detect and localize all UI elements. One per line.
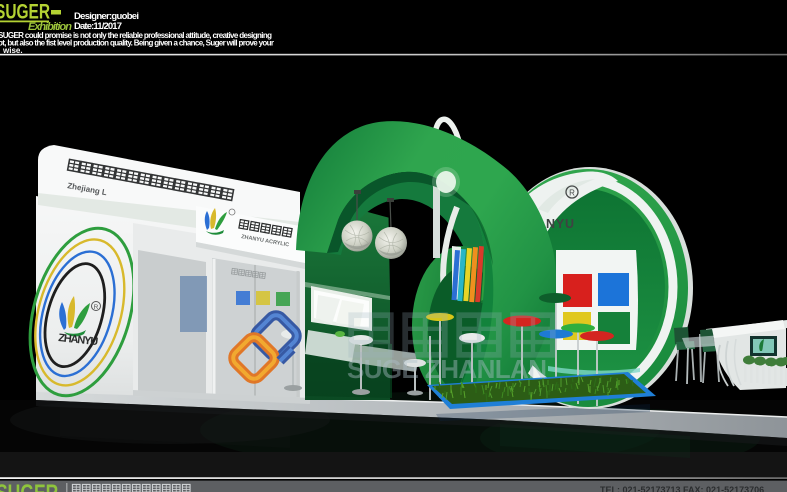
svg-text:ot, but also the fist level pr: ot, but also the fist level production q… (0, 39, 274, 48)
svg-text:SUGER: SUGER (0, 0, 50, 23)
svg-text:wise.: wise. (2, 46, 23, 55)
svg-text:R: R (94, 304, 99, 311)
svg-text:SUGE ZHANLAN: SUGE ZHANLAN (347, 354, 547, 384)
svg-text:NYU: NYU (546, 217, 574, 231)
svg-text:SUGER: SUGER (0, 480, 58, 492)
svg-text:TEL: 021-52173713 FAX: 021-5: TEL: 021-52173713 FAX: 021-52173706 (600, 485, 764, 492)
svg-text:R: R (569, 189, 575, 198)
